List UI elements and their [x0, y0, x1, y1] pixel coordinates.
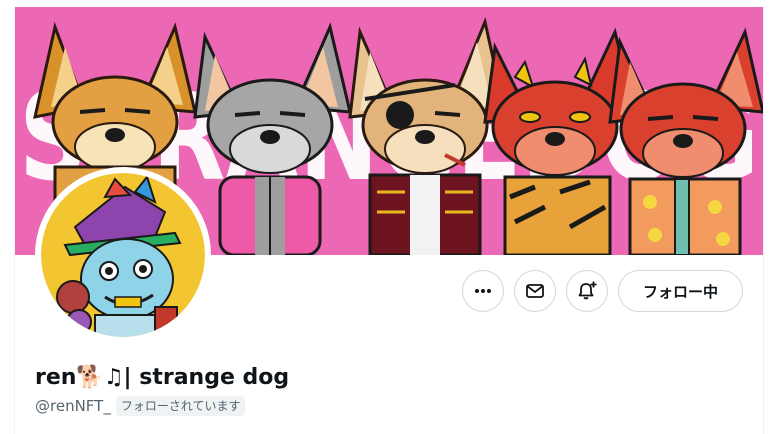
handle-row: @renNFT_ フォローされています: [35, 396, 289, 416]
notification-button[interactable]: [565, 270, 608, 312]
profile-avatar[interactable]: [35, 167, 211, 343]
profile-actions: フォロー中: [461, 270, 743, 312]
follows-you-badge: フォローされています: [115, 396, 246, 416]
display-name: ren🐕♫| strange dog: [35, 365, 290, 390]
more-horizontal-icon: [474, 289, 491, 293]
following-button[interactable]: フォロー中: [617, 270, 743, 312]
user-handle: @renNFT_: [35, 397, 111, 415]
profile-names: ren🐕♫| strange dog @renNFT_ フォローされています: [35, 364, 289, 416]
bell-plus-icon: [578, 281, 597, 300]
more-button[interactable]: [461, 270, 504, 312]
envelope-icon: [526, 284, 544, 298]
avatar-image: [37, 169, 209, 341]
message-button[interactable]: [513, 270, 556, 312]
profile-header: STRANGEDOG: [14, 7, 764, 434]
